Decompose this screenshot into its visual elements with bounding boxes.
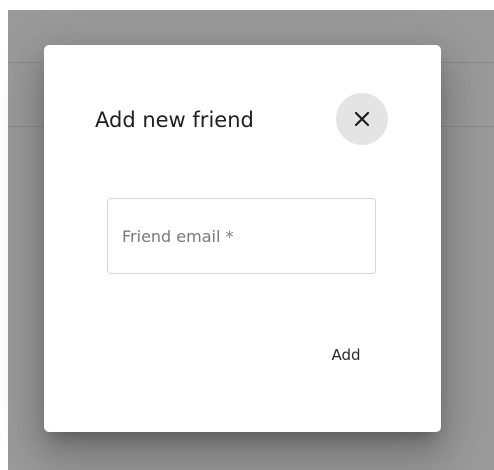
close-icon	[354, 111, 370, 127]
add-friend-dialog: Add new friend Add	[44, 45, 441, 432]
screen: Add new friend Add	[0, 0, 494, 470]
friend-email-field[interactable]	[107, 198, 376, 274]
close-button[interactable]	[336, 93, 388, 145]
dialog-title: Add new friend	[95, 108, 254, 132]
add-button[interactable]: Add	[314, 337, 378, 373]
friend-email-input[interactable]	[122, 199, 362, 273]
